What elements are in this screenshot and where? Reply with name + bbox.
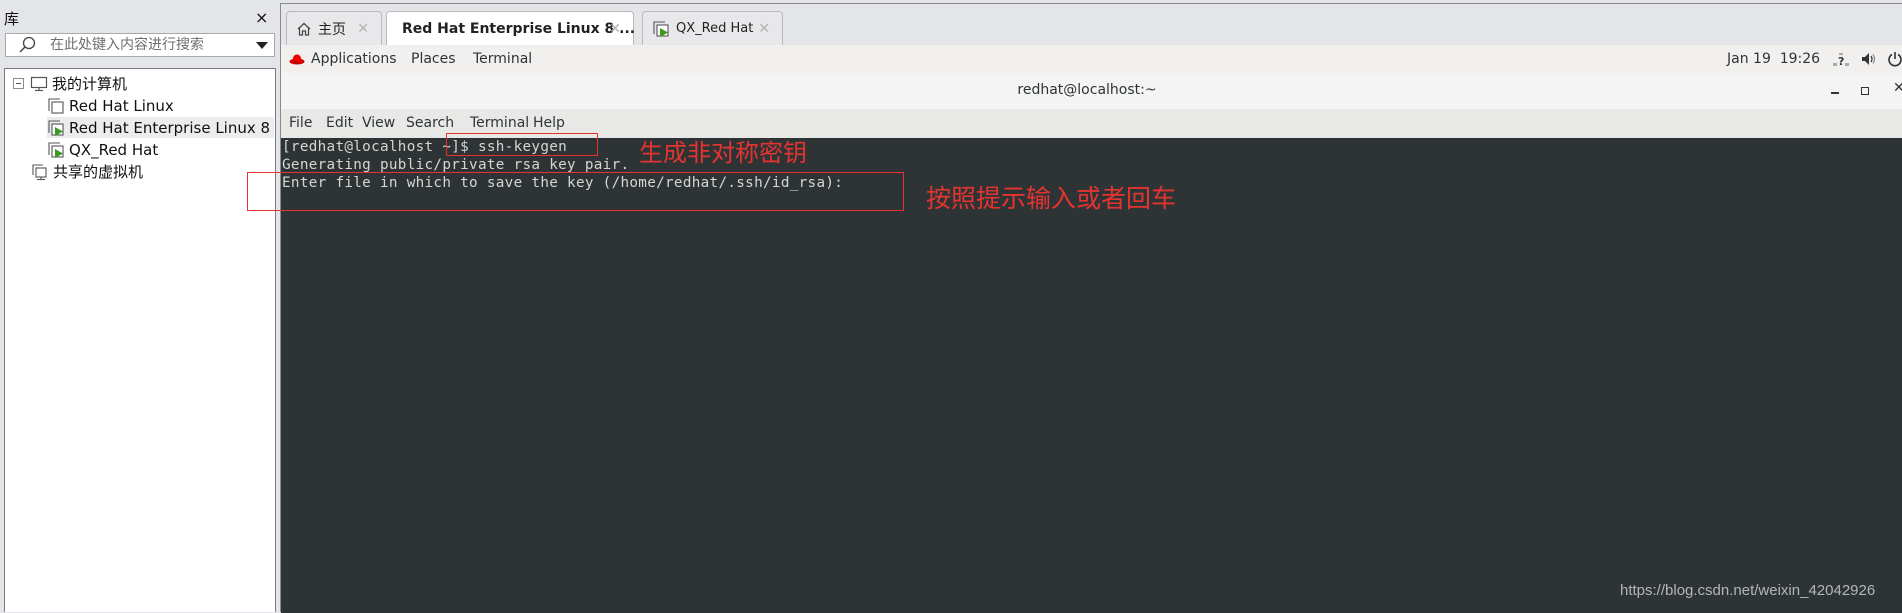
search-dropdown-icon[interactable] (256, 42, 268, 49)
tab-label: QX_Red Hat (676, 21, 754, 36)
menu-search[interactable]: Search (406, 115, 454, 131)
collapse-icon[interactable] (13, 78, 24, 89)
tree-item-vm-selected[interactable]: Red Hat Enterprise Linux 8 (47, 117, 275, 138)
tree-item-vm[interactable]: Red Hat Linux (47, 95, 174, 116)
tab-close-icon[interactable]: ✕ (357, 21, 369, 37)
home-icon (297, 22, 311, 36)
library-close-button[interactable]: × (255, 8, 268, 27)
applications-menu[interactable]: Applications (311, 51, 397, 67)
menu-view[interactable]: View (362, 115, 395, 131)
tree-item-vm[interactable]: QX_Red Hat (47, 139, 158, 160)
places-menu[interactable]: Places (411, 51, 456, 67)
power-icon[interactable] (1887, 51, 1902, 67)
tree-item-my-computer[interactable]: 我的计算机 (13, 73, 127, 94)
library-search-input[interactable] (50, 36, 250, 54)
menu-edit[interactable]: Edit (326, 115, 353, 131)
tab-close-icon[interactable]: ✕ (609, 21, 621, 37)
search-icon (19, 36, 36, 53)
menu-file[interactable]: File (289, 115, 312, 131)
close-window-button[interactable]: ✕ (1893, 80, 1902, 96)
tab-label: Red Hat Enterprise Linux 8 ... (402, 20, 636, 37)
tree-item-label: QX_Red Hat (69, 140, 159, 159)
computer-icon (30, 76, 48, 91)
terminal-titlebar[interactable]: redhat@localhost:~ ✕ (281, 73, 1902, 110)
annotation-generate-keys: 生成非对称密钥 (639, 139, 807, 167)
vm-running-icon (48, 141, 64, 158)
tree-item-label: 我的计算机 (52, 75, 128, 93)
vm-tree: 我的计算机 Red Hat Linux Red Hat Enterprise L… (4, 68, 276, 612)
tree-item-label: Red Hat Enterprise Linux 8 (69, 118, 271, 137)
svg-text:?: ? (1838, 55, 1844, 67)
terminal-line: Generating public/private rsa key pair. (282, 157, 630, 173)
tree-item-shared-vms[interactable]: 共享的虚拟机 (31, 161, 143, 182)
tab-qx-red-hat[interactable]: QX_Red Hat ✕ (642, 11, 783, 45)
gnome-top-bar: Applications Places Terminal Jan 19 19:2… (281, 45, 1902, 74)
volume-icon[interactable] (1861, 52, 1877, 66)
vm-console-area: 主页 ✕ Red Hat Enterprise Linux 8 ... ✕ QX… (280, 3, 1902, 613)
terminal-menubar: File Edit View Search Terminal Help (281, 109, 1902, 138)
terminal-line: [redhat@localhost ~]$ ssh-keygen (282, 139, 568, 155)
tab-rhel8[interactable]: Red Hat Enterprise Linux 8 ... ✕ (386, 11, 636, 45)
library-panel: 库 × 我的计算机 Red Hat Linux (0, 0, 278, 612)
tab-home[interactable]: 主页 ✕ (286, 11, 382, 45)
vm-running-icon (653, 20, 669, 37)
library-title: 库 (4, 10, 20, 28)
tab-close-icon[interactable]: ✕ (758, 21, 770, 37)
shared-vms-icon (32, 163, 47, 180)
tab-label: 主页 (318, 21, 346, 38)
watermark: https://blog.csdn.net/weixin_42042926 (1620, 582, 1876, 599)
menu-terminal[interactable]: Terminal (470, 115, 529, 131)
window-title: redhat@localhost:~ (1017, 82, 1157, 98)
tree-item-label: Red Hat Linux (69, 96, 174, 115)
terminal-line: Enter file in which to save the key (/ho… (282, 175, 844, 191)
vm-icon (48, 97, 64, 114)
redhat-logo-icon (289, 54, 305, 65)
tree-item-label: 共享的虚拟机 (53, 163, 144, 181)
terminal-app-menu[interactable]: Terminal (473, 51, 532, 67)
maximize-button[interactable] (1861, 87, 1869, 95)
library-search-box[interactable] (5, 33, 275, 57)
network-unknown-icon[interactable]: ? (1833, 53, 1849, 67)
menu-help[interactable]: Help (533, 115, 565, 131)
annotation-press-enter: 按照提示输入或者回车 (926, 184, 1177, 213)
minimize-button[interactable] (1831, 92, 1839, 94)
vm-running-icon (48, 119, 64, 136)
clock[interactable]: Jan 19 19:26 (1727, 51, 1820, 67)
